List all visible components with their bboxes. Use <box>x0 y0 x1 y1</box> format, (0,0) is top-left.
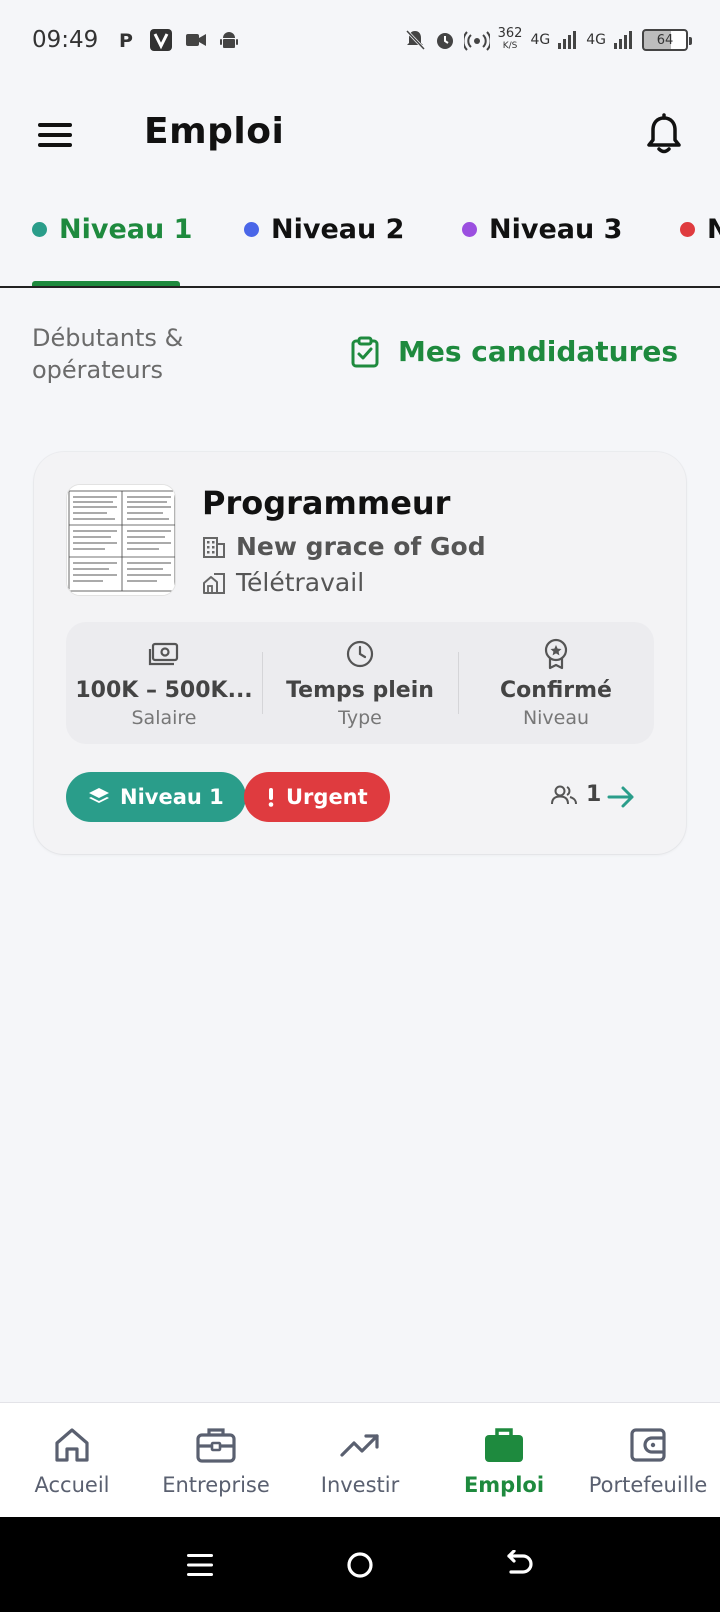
tab-label: Niveau 2 <box>271 214 405 245</box>
signal-icon <box>558 30 578 50</box>
applicants-count: 1 <box>550 782 601 807</box>
recent-apps-icon[interactable] <box>176 1541 224 1589</box>
tab-niveau-3[interactable]: Niveau 3 <box>462 214 622 245</box>
job-thumbnail <box>66 484 176 596</box>
salary-label: Salaire <box>131 706 197 729</box>
applicants-value: 1 <box>586 782 602 807</box>
nav-portefeuille[interactable]: Portefeuille <box>576 1403 720 1517</box>
battery-level: 64 <box>656 32 674 48</box>
trending-up-icon <box>339 1423 381 1467</box>
briefcase-outline-icon <box>195 1423 237 1467</box>
net-speed: 362 K/S <box>497 26 523 52</box>
briefcase-filled-icon <box>483 1423 525 1467</box>
salary-info: 100K – 500K... Salaire <box>66 622 262 744</box>
clock-icon <box>345 638 375 670</box>
bell-off-icon <box>404 29 426 51</box>
system-navigation-bar <box>0 1517 720 1612</box>
svg-text:P: P <box>119 30 133 50</box>
nav-investir[interactable]: Investir <box>288 1403 432 1517</box>
home-work-icon <box>202 571 226 595</box>
tab-label: Niveau 1 <box>59 214 193 245</box>
nav-label: Accueil <box>34 1473 110 1497</box>
urgent-badge: Urgent <box>244 772 390 822</box>
bell-icon[interactable] <box>644 113 684 157</box>
level-description: Débutants & opérateurs <box>32 324 184 384</box>
my-applications-button[interactable]: Mes candidatures <box>350 335 678 368</box>
job-company-name: New grace of God <box>236 532 486 561</box>
signal-icon <box>614 30 634 50</box>
salary-value: 100K – 500K... <box>75 677 253 703</box>
tab-dot <box>462 222 477 237</box>
level-badge-label: Niveau 1 <box>120 785 224 809</box>
back-icon[interactable] <box>496 1541 544 1589</box>
alarm-icon <box>434 29 456 51</box>
nav-label: Emploi <box>463 1473 545 1497</box>
battery-icon: 64 <box>642 29 692 51</box>
net-speed-unit: K/S <box>502 41 518 51</box>
app-bar: Emploi <box>0 95 720 175</box>
award-icon <box>542 638 570 670</box>
network-type-1: 4G <box>530 32 551 48</box>
job-info-box: 100K – 500K... Salaire Temps plein Type … <box>66 622 654 744</box>
level-info: Confirmé Niveau <box>458 622 654 744</box>
v-app-icon <box>150 29 173 51</box>
clipboard-check-icon <box>350 336 380 368</box>
page-title: Emploi <box>144 111 285 152</box>
job-title: Programmeur <box>202 484 451 522</box>
home-circle-icon[interactable] <box>336 1541 384 1589</box>
hotspot-icon <box>463 29 490 51</box>
nav-label: Investir <box>320 1473 400 1497</box>
type-value: Temps plein <box>286 677 434 703</box>
tab-label: Niveau 3 <box>489 214 623 245</box>
urgent-badge-label: Urgent <box>286 785 368 809</box>
tab-niveau-1[interactable]: Niveau 1 <box>32 214 192 245</box>
nav-label: Entreprise <box>162 1473 270 1497</box>
tab-dot <box>32 222 47 237</box>
tab-dot <box>244 222 259 237</box>
job-work-mode-label: Télétravail <box>236 568 365 597</box>
level-tabs: Niveau 1 Niveau 2 Niveau 3 N <box>0 200 720 288</box>
my-applications-label: Mes candidatures <box>398 335 679 368</box>
menu-icon[interactable] <box>36 117 76 153</box>
level-value: Confirmé <box>500 677 612 703</box>
bottom-navigation: Accueil Entreprise Investir Emploi Porte… <box>0 1402 720 1517</box>
level-label: Niveau <box>522 706 590 729</box>
status-time: 09:49 <box>32 27 99 53</box>
exclamation-icon <box>266 786 276 808</box>
job-company: New grace of God <box>202 532 486 561</box>
job-card[interactable]: Programmeur New grace of God Télétravail… <box>34 452 686 854</box>
status-right: 362 K/S 4G 4G 64 <box>404 26 692 52</box>
nav-emploi[interactable]: Emploi <box>432 1403 576 1517</box>
arrow-right-icon[interactable] <box>604 780 638 814</box>
layers-icon <box>88 786 110 808</box>
status-left: 09:49 P <box>32 27 239 53</box>
status-bar: 09:49 P 362 K/S 4G 4G 64 <box>0 0 720 80</box>
users-icon <box>550 784 578 806</box>
job-work-mode: Télétravail <box>202 568 364 597</box>
nav-label: Portefeuille <box>588 1473 708 1497</box>
type-info: Temps plein Type <box>262 622 458 744</box>
building-icon <box>202 535 226 559</box>
home-icon <box>52 1423 92 1467</box>
tab-dot <box>680 222 695 237</box>
parking-icon: P <box>118 30 136 50</box>
tab-niveau-4[interactable]: N <box>680 214 720 245</box>
active-tab-indicator <box>32 281 180 286</box>
level-badge: Niveau 1 <box>66 772 246 822</box>
net-speed-value: 362 <box>497 26 523 41</box>
network-type-2: 4G <box>586 32 606 48</box>
android-icon <box>220 30 239 50</box>
tab-niveau-2[interactable]: Niveau 2 <box>244 214 404 245</box>
money-icon <box>148 638 180 670</box>
video-camera-icon <box>186 33 207 47</box>
wallet-icon <box>628 1423 668 1467</box>
nav-accueil[interactable]: Accueil <box>0 1403 144 1517</box>
tab-label: N <box>707 214 720 245</box>
nav-entreprise[interactable]: Entreprise <box>144 1403 288 1517</box>
type-label: Type <box>338 706 382 729</box>
